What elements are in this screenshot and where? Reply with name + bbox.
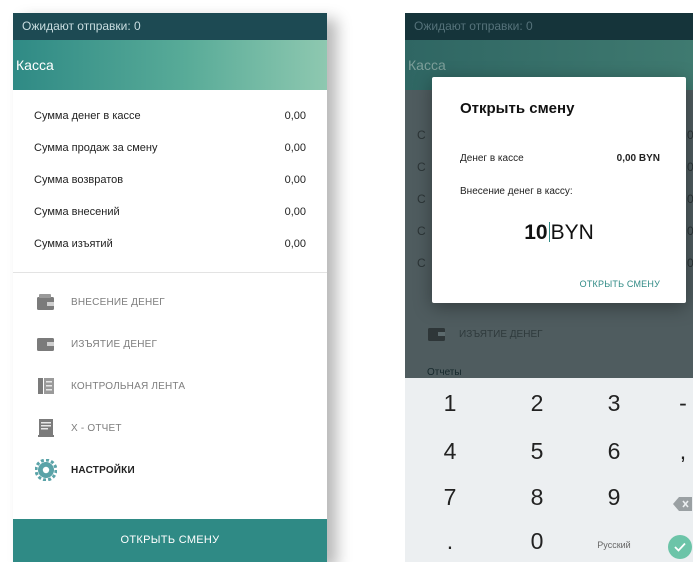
menu-item-label: ИЗЪЯТИЕ ДЕНЕГ: [71, 338, 158, 350]
bg-row-peek: С: [417, 224, 426, 238]
menu-item-control-tape[interactable]: КОНТРОЛЬНАЯ ЛЕНТА: [13, 365, 327, 407]
summary-label: Сумма продаж за смену: [34, 142, 158, 154]
bg-value-peek: 0: [687, 192, 693, 206]
menu-item-label: X - ОТЧЕТ: [71, 422, 122, 434]
deposit-label: Внесение денег в кассу:: [460, 186, 573, 197]
bg-section-reports: Отчеты: [427, 367, 462, 378]
key-dot[interactable]: .: [420, 528, 480, 555]
wallet-in-icon: [35, 291, 57, 313]
key-2[interactable]: 2: [507, 390, 567, 417]
key-0[interactable]: 0: [507, 528, 567, 555]
backspace-icon[interactable]: [653, 490, 693, 517]
key-8[interactable]: 8: [507, 484, 567, 511]
summary-row: Сумма возвратов 0,00: [13, 164, 327, 196]
cash-label: Денег в кассе: [460, 153, 524, 164]
menu-item-settings[interactable]: НАСТРОЙКИ: [13, 449, 327, 491]
bg-value-peek: 0: [687, 256, 693, 270]
bg-value-peek: 0: [687, 224, 693, 238]
language-key[interactable]: Русский: [584, 540, 644, 550]
key-3[interactable]: 3: [584, 390, 644, 417]
summary-value: 0,00: [284, 110, 306, 122]
deposit-amount-input[interactable]: 10 BYN: [432, 221, 686, 245]
menu-item-label: ВНЕСЕНИЕ ДЕНЕГ: [71, 296, 165, 308]
key-1[interactable]: 1: [420, 390, 480, 417]
key-7[interactable]: 7: [420, 484, 480, 511]
key-5[interactable]: 5: [507, 438, 567, 465]
summary-list: Сумма денег в кассе 0,00 Сумма продаж за…: [13, 90, 327, 260]
key-6[interactable]: 6: [584, 438, 644, 465]
wallet-out-icon: [35, 333, 57, 355]
menu-item-label: НАСТРОЙКИ: [71, 464, 135, 476]
main-screen: Ожидают отправки: 0 Касса Сумма денег в …: [13, 13, 327, 562]
app-header-title: Касса: [13, 40, 327, 90]
cash-value: 0,00 BYN: [616, 153, 660, 164]
bg-value-peek: 0: [687, 160, 693, 174]
report-icon: [35, 417, 57, 439]
bg-row-peek: С: [417, 160, 426, 174]
summary-label: Сумма внесений: [34, 206, 120, 218]
bg-value-peek: 0: [687, 128, 693, 142]
key-minus[interactable]: -: [653, 390, 693, 417]
confirm-open-shift-button[interactable]: ОТКРЫТЬ СМЕНУ: [580, 279, 660, 289]
key-comma[interactable]: ,: [653, 438, 693, 465]
bg-row-peek: С: [417, 256, 426, 270]
dialog-screen: Ожидают отправки: 0 Касса С С С С С 0 0 …: [405, 13, 693, 562]
enter-check-icon[interactable]: [668, 535, 692, 559]
key-9[interactable]: 9: [584, 484, 644, 511]
bg-row-peek: С: [417, 128, 426, 142]
text-caret: [548, 222, 550, 242]
summary-row: Сумма денег в кассе 0,00: [13, 100, 327, 132]
summary-row: Сумма внесений 0,00: [13, 196, 327, 228]
summary-label: Сумма возвратов: [34, 174, 124, 186]
bg-menu-label: ИЗЪЯТИЕ ДЕНЕГ: [459, 328, 543, 340]
open-shift-dialog: Открыть смену Денег в кассе 0,00 BYN Вне…: [432, 77, 686, 303]
dialog-title: Открыть смену: [460, 100, 575, 117]
summary-row: Сумма продаж за смену 0,00: [13, 132, 327, 164]
summary-label: Сумма денег в кассе: [34, 110, 141, 122]
numeric-keyboard: 1 2 3 - 4 5 6 , 7 8 9 . 0 Русский: [405, 378, 693, 562]
status-bar: Ожидают отправки: 0: [13, 13, 327, 40]
summary-value: 0,00: [284, 206, 306, 218]
menu-item-label: КОНТРОЛЬНАЯ ЛЕНТА: [71, 380, 186, 392]
open-shift-button[interactable]: ОТКРЫТЬ СМЕНУ: [13, 519, 327, 562]
bg-row-peek: С: [417, 192, 426, 206]
summary-value: 0,00: [284, 142, 306, 154]
gear-icon: [35, 459, 57, 481]
summary-value: 0,00: [284, 238, 306, 250]
currency-label: BYN: [550, 221, 594, 244]
wallet-out-icon: [428, 328, 445, 341]
menu-item-withdraw[interactable]: ИЗЪЯТИЕ ДЕНЕГ: [13, 323, 327, 365]
summary-row: Сумма изъятий 0,00: [13, 228, 327, 260]
key-4[interactable]: 4: [420, 438, 480, 465]
summary-value: 0,00: [284, 174, 306, 186]
tape-icon: [35, 375, 57, 397]
summary-label: Сумма изъятий: [34, 238, 113, 250]
bg-menu-item-withdraw: ИЗЪЯТИЕ ДЕНЕГ: [427, 326, 543, 342]
status-bar: Ожидают отправки: 0: [405, 13, 693, 40]
amount-value: 10: [524, 221, 548, 244]
action-menu: ВНЕСЕНИЕ ДЕНЕГ ИЗЪЯТИЕ ДЕНЕГ КОНТРОЛЬНАЯ…: [13, 273, 327, 491]
menu-item-x-report[interactable]: X - ОТЧЕТ: [13, 407, 327, 449]
menu-item-deposit[interactable]: ВНЕСЕНИЕ ДЕНЕГ: [13, 281, 327, 323]
